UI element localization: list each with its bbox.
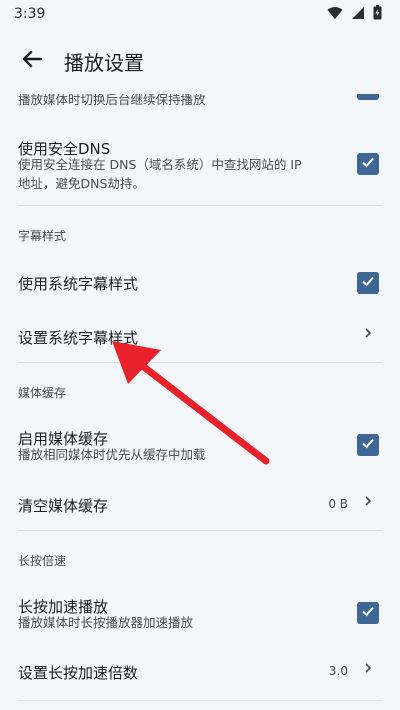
battery-charging-icon [373, 4, 382, 24]
wifi-icon [327, 5, 343, 24]
long-press-speedup-checkbox[interactable] [357, 602, 379, 624]
check-icon [360, 273, 376, 293]
secure-dns-subtitle-line2: 地址，避免DNS劫持。 [18, 176, 145, 191]
setting-long-press-speedup[interactable]: 长按加速播放 播放媒体时长按播放器加速播放 [0, 580, 400, 650]
long-press-speedup-subtitle: 播放媒体时长按播放器加速播放 [18, 615, 194, 630]
setting-background-play[interactable]: 播放媒体时切换后台继续保持播放 [0, 94, 400, 120]
section-header-subtitles: 字幕样式 [18, 229, 67, 243]
setting-set-system-subtitles[interactable]: 设置系统字幕样式 [0, 310, 400, 362]
divider [18, 362, 382, 363]
secure-dns-checkbox[interactable] [357, 153, 379, 175]
enable-media-cache-checkbox[interactable] [357, 434, 379, 456]
long-press-multiplier-value: 3.0 [328, 664, 348, 678]
arrow-left-icon [22, 50, 43, 72]
status-bar: 3:39 [0, 0, 400, 28]
check-icon [360, 435, 376, 455]
section-header-long-press: 长按倍速 [18, 554, 67, 568]
secure-dns-subtitle-line1: 使用安全连接在 DNS（域名系统）中查找网站的 IP [18, 157, 302, 172]
check-icon [360, 154, 376, 174]
divider [18, 700, 382, 701]
section-header-media-cache: 媒体缓存 [18, 386, 67, 400]
divider [18, 530, 382, 531]
chevron-right-icon [364, 327, 372, 343]
setting-long-press-multiplier[interactable]: 设置长按加速倍数 3.0 [0, 650, 400, 702]
enable-media-cache-subtitle: 播放相同媒体时优先从缓存中加载 [18, 447, 206, 462]
long-press-multiplier-title: 设置长按加速倍数 [18, 664, 139, 682]
chevron-right-icon [364, 662, 372, 678]
cellular-signal-icon [351, 5, 365, 24]
clear-media-cache-value: 0 B [328, 497, 348, 511]
status-time: 3:39 [14, 6, 46, 22]
setting-enable-media-cache[interactable]: 启用媒体缓存 播放相同媒体时优先从缓存中加载 [0, 412, 400, 480]
use-system-subtitles-checkbox[interactable] [357, 272, 379, 294]
settings-list[interactable]: 播放媒体时切换后台继续保持播放 使用安全DNS 使用安全连接在 DNS（域名系统… [0, 94, 400, 710]
chevron-right-icon [364, 495, 372, 511]
divider [18, 205, 382, 206]
app-bar: 播放设置 [0, 28, 400, 94]
check-icon [360, 603, 376, 623]
setting-use-system-subtitles[interactable]: 使用系统字幕样式 [0, 256, 400, 308]
page-title: 播放设置 [64, 50, 144, 75]
back-button[interactable] [0, 28, 64, 94]
background-play-checkbox[interactable] [357, 94, 379, 100]
check-icon [360, 94, 376, 99]
setting-secure-dns[interactable]: 使用安全DNS 使用安全连接在 DNS（域名系统）中查找网站的 IP 地址，避免… [0, 124, 400, 204]
clear-media-cache-title: 清空媒体缓存 [18, 497, 109, 515]
status-icons [327, 4, 382, 24]
use-system-subtitles-title: 使用系统字幕样式 [18, 275, 139, 293]
setting-clear-media-cache[interactable]: 清空媒体缓存 0 B [0, 480, 400, 530]
background-play-subtitle: 播放媒体时切换后台继续保持播放 [18, 94, 206, 107]
set-system-subtitles-title: 设置系统字幕样式 [18, 329, 139, 347]
